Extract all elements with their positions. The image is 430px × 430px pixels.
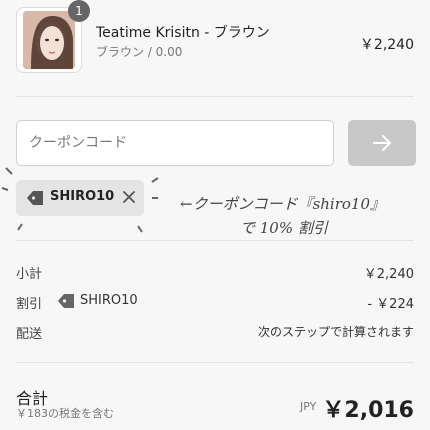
divider xyxy=(16,362,414,363)
shipping-label: 配送 xyxy=(16,327,43,342)
subtotal-label: 小計 xyxy=(16,267,43,282)
applied-coupon-code: SHIRO10 xyxy=(50,189,115,204)
divider xyxy=(16,96,414,97)
quantity-badge: 1 xyxy=(68,0,90,22)
handwritten-annotation: ←クーポンコード『shiro10』 で 10% 割引 xyxy=(180,192,430,240)
product-price: ￥2,240 xyxy=(359,37,414,53)
discount-code: SHIRO10 xyxy=(80,293,138,308)
shipping-value: 次のステップで計算されます xyxy=(257,325,414,339)
product-name: Teatime Krisitn - ブラウン xyxy=(96,25,270,41)
arrow-right-icon xyxy=(373,135,391,151)
tag-icon xyxy=(27,191,43,205)
discount-value: - ￥224 xyxy=(367,297,414,312)
checkout-summary: 1 Teatime Krisitn - ブラウン ブラウン / 0.00 ￥2,… xyxy=(0,0,430,430)
tax-note: ￥183の税金を含む xyxy=(16,407,114,420)
apply-coupon-button[interactable] xyxy=(348,120,416,166)
annotation-line-2: で 10% 割引 xyxy=(240,219,328,237)
tag-icon xyxy=(58,294,74,308)
divider xyxy=(16,240,414,241)
total-value: ￥2,016 xyxy=(322,398,414,423)
product-image xyxy=(23,11,75,69)
discount-label: 割引 xyxy=(16,297,43,312)
annotation-line-1: ←クーポンコード『shiro10』 xyxy=(180,195,386,213)
product-variant: ブラウン / 0.00 xyxy=(96,45,183,59)
close-icon[interactable] xyxy=(120,188,138,206)
currency-code: JPY xyxy=(300,400,317,413)
subtotal-value: ￥2,240 xyxy=(363,267,414,282)
applied-coupon-tag: SHIRO10 xyxy=(16,180,144,216)
